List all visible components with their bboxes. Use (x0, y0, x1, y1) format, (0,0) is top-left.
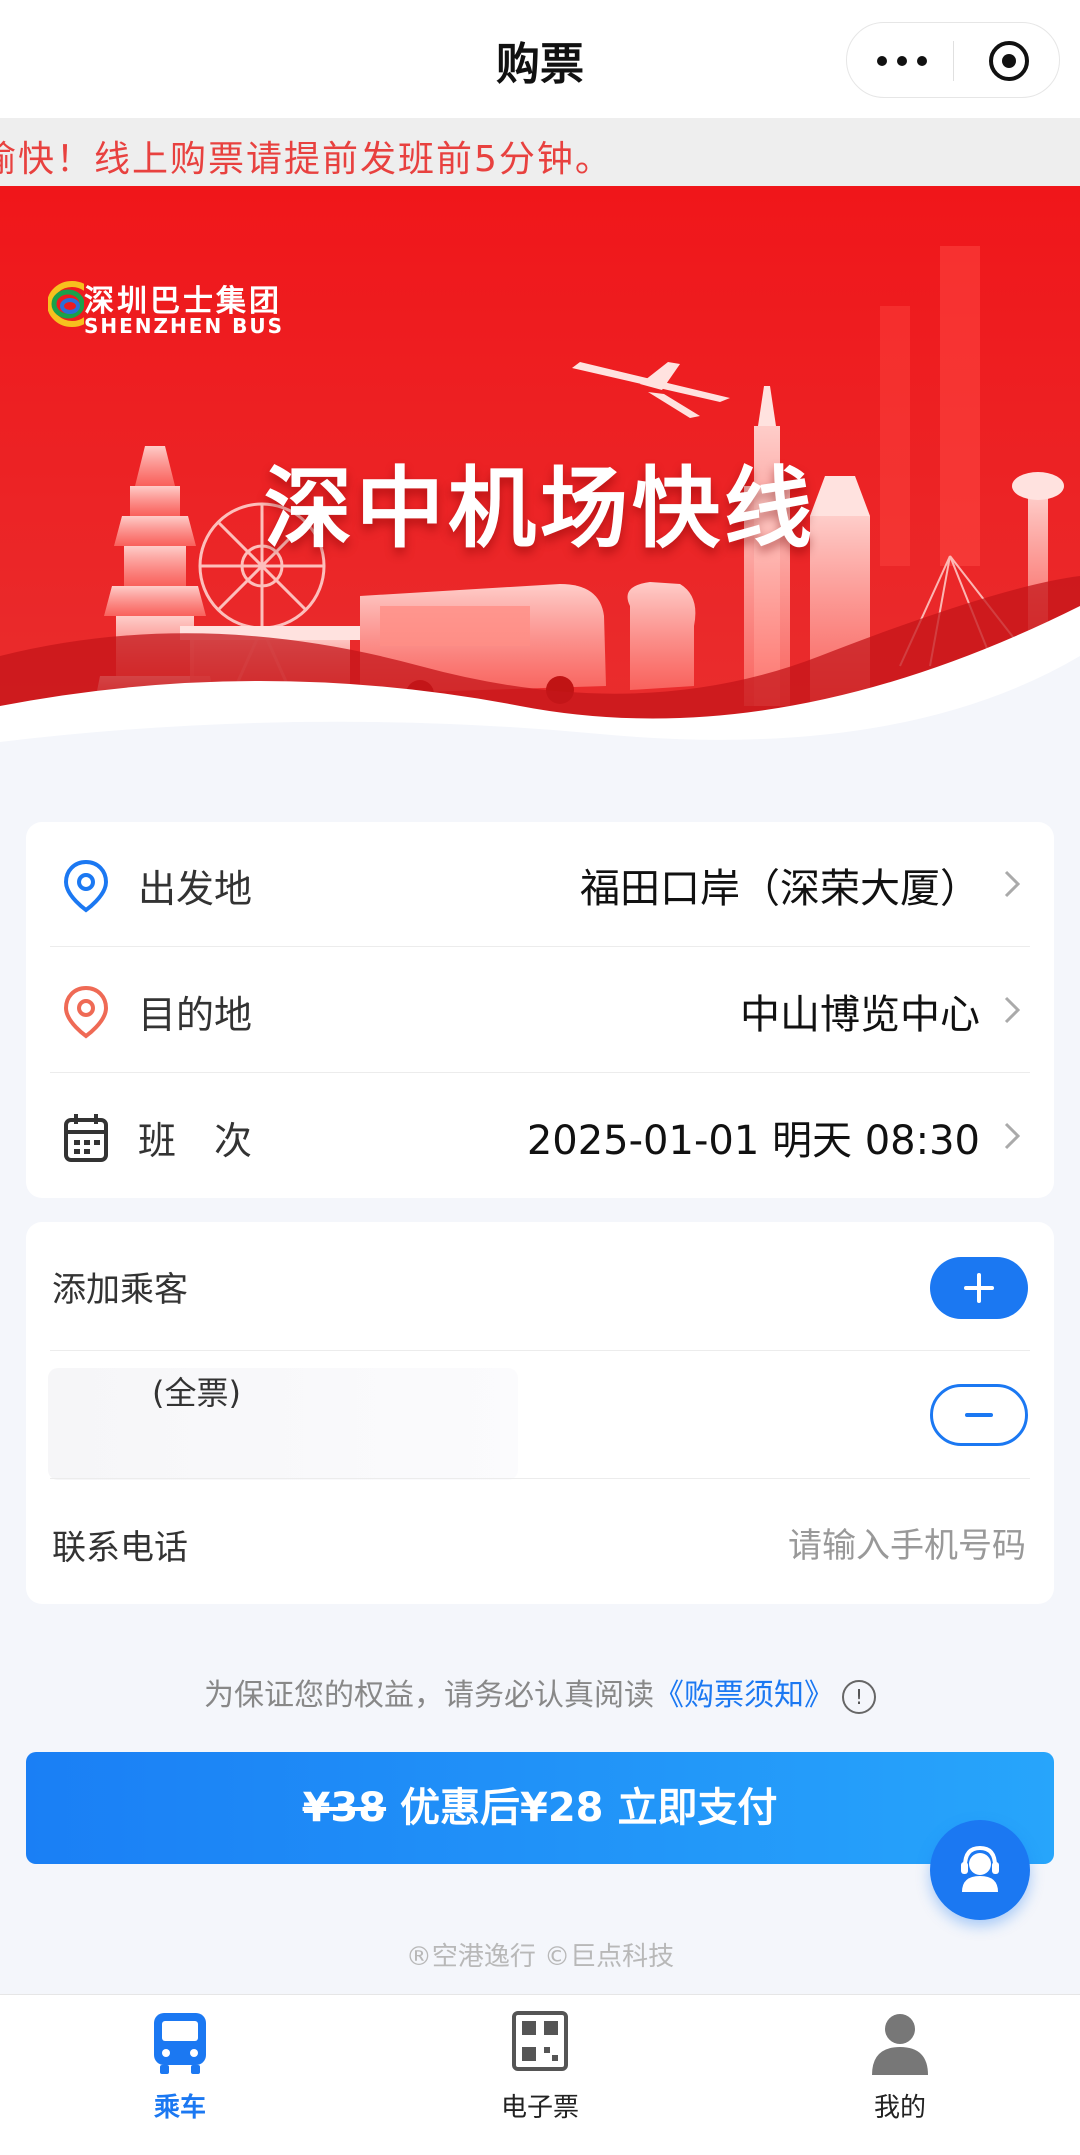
terms-notice: 为保证您的权益，请务必认真阅读《购票须知》! (0, 1670, 1080, 1714)
departure-value: 福田口岸（深荣大厦） (580, 866, 980, 912)
add-passenger-label: 添加乘客 (52, 1270, 188, 1310)
more-options-icon[interactable] (877, 47, 927, 75)
tab-mine-label: 我的 (873, 2093, 926, 2123)
passenger-name-redacted (48, 1368, 518, 1480)
banner-title: 深中机场快线 (263, 457, 816, 560)
passenger-card: 添加乘客 (全票) 联系电话 (26, 1222, 1054, 1604)
route-banner: 深圳巴士集团 SHENZHEN BUS 深中机场快线 (0, 186, 1080, 786)
add-passenger-button[interactable] (930, 1257, 1028, 1319)
calendar-icon (64, 1114, 108, 1162)
schedule-value: 2025-01-01 明天 08:30 (526, 1118, 980, 1164)
row-divider (50, 946, 1030, 947)
logo-english-text: SHENZHEN BUS (84, 314, 285, 338)
info-icon[interactable]: ! (842, 1679, 876, 1714)
bottom-tab-bar: 乘车 电子票 我的 (0, 1994, 1080, 2155)
close-miniprogram-icon[interactable] (987, 39, 1031, 83)
copyright-text: ®空港逸行 ©巨点科技 (405, 1942, 675, 1972)
destination-row[interactable]: 目的地 中山博览中心 (26, 948, 1054, 1072)
row-divider (50, 1350, 1030, 1351)
capsule-divider (953, 41, 954, 81)
destination-value: 中山博览中心 (740, 992, 980, 1038)
location-pin-icon (63, 859, 109, 913)
schedule-label: 班 次 (138, 1119, 253, 1163)
departure-label: 出发地 (138, 867, 253, 911)
tab-mine[interactable]: 我的 (720, 1995, 1080, 2155)
chevron-right-icon (1004, 996, 1021, 1024)
pay-button[interactable]: ¥38 优惠后¥28 立即支付 (26, 1752, 1054, 1864)
bus-icon (154, 2013, 206, 2074)
tab-eticket-label: 电子票 (500, 2093, 579, 2123)
schedule-row[interactable]: 班 次 2025-01-01 明天 08:30 (26, 1074, 1054, 1198)
discount-price: 优惠后¥28 (400, 1785, 604, 1831)
ticket-terms-link[interactable]: 《购票须知》 (654, 1678, 834, 1713)
tab-eticket[interactable]: 电子票 (360, 1995, 720, 2155)
route-card: 出发地 福田口岸（深荣大厦） 目的地 中山博览中心 班 次 2025-01-01… (26, 822, 1054, 1198)
terms-prefix: 为保证您的权益，请务必认真阅读 (204, 1678, 654, 1713)
ticket-type-label: (全票) (152, 1374, 241, 1412)
tab-ride-label: 乘车 (153, 2093, 206, 2123)
chevron-right-icon (1004, 1122, 1021, 1150)
original-price: ¥38 (302, 1785, 387, 1831)
user-icon (872, 2014, 928, 2075)
remove-passenger-button[interactable] (930, 1384, 1028, 1446)
top-nav-bar: 购票 (0, 0, 1080, 118)
customer-service-button[interactable] (930, 1820, 1030, 1920)
row-divider (50, 1072, 1030, 1073)
shenzhen-bus-logo-icon (48, 281, 84, 327)
qr-ticket-icon (512, 2011, 568, 2071)
headset-agent-icon (961, 1845, 999, 1892)
tab-ride[interactable]: 乘车 (0, 1995, 360, 2155)
notice-text: 愉快！线上购票请提前发班前5分钟。 (0, 139, 613, 180)
notice-marquee: 愉快！线上购票请提前发班前5分钟。 (0, 118, 1080, 186)
phone-label: 联系电话 (52, 1528, 188, 1568)
pay-action-label: 立即支付 (617, 1785, 778, 1831)
chevron-right-icon (1004, 870, 1021, 898)
destination-pin-icon (63, 985, 109, 1039)
row-divider (50, 1478, 1030, 1479)
destination-label: 目的地 (138, 993, 253, 1037)
minus-icon (965, 1413, 993, 1417)
phone-input[interactable] (464, 1520, 1028, 1572)
departure-row[interactable]: 出发地 福田口岸（深荣大厦） (26, 822, 1054, 946)
mini-program-capsule (846, 22, 1060, 98)
